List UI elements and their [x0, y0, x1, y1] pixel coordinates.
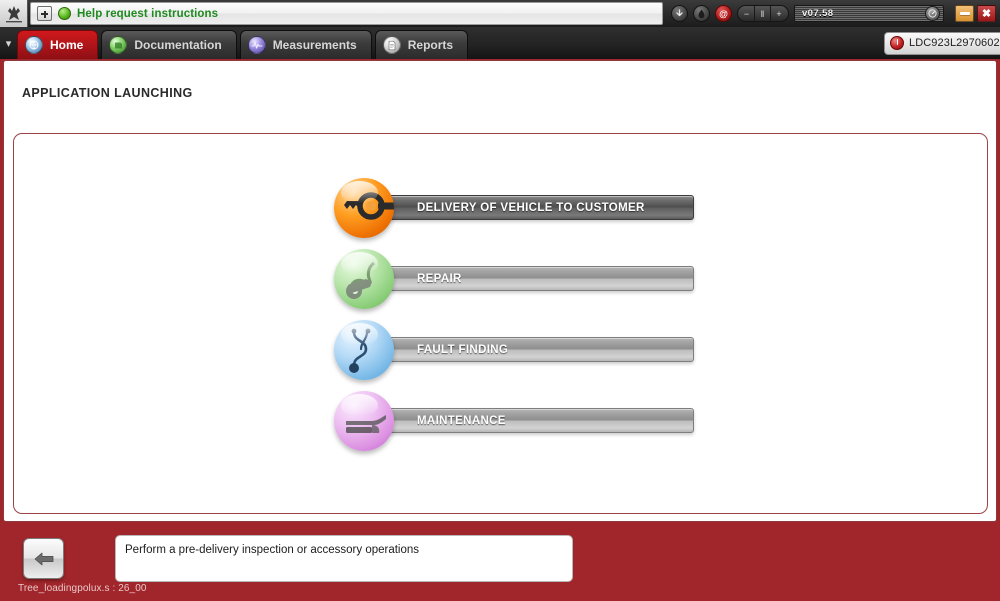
wrench-orb-icon [334, 248, 394, 309]
hint-text: Perform a pre-delivery inspection or acc… [125, 544, 420, 556]
home-globe-icon [25, 36, 43, 54]
page-title: APPLICATION LAUNCHING [22, 86, 193, 100]
download-icon[interactable] [671, 5, 688, 22]
launch-list: DELIVERY OF VEHICLE TO CUSTOMER REPAIR F… [334, 172, 694, 456]
application-window: Help request instructions @ − ‖ + v07.58… [0, 0, 1000, 601]
tab-bar: ▾ Home Documentation Measurements Report… [0, 27, 1000, 59]
content-area: APPLICATION LAUNCHING DELIVERY OF VEHICL… [3, 60, 997, 522]
titlebar-tools: @ − ‖ + v07.58 ✖ [663, 0, 1000, 27]
launch-row[interactable]: DELIVERY OF VEHICLE TO CUSTOMER [334, 172, 694, 243]
vin-label: LDC923L29706027878 [909, 37, 1000, 49]
launch-row[interactable]: MAINTENANCE [334, 385, 694, 456]
help-request-bar[interactable]: Help request instructions [30, 2, 663, 25]
window-controls: ✖ [955, 5, 996, 22]
zoom-segmented-control[interactable]: − ‖ + [737, 5, 789, 22]
measurements-wave-icon [247, 36, 266, 54]
reports-page-icon [382, 36, 401, 54]
title-bar: Help request instructions @ − ‖ + v07.58… [0, 0, 1000, 27]
tab-home[interactable]: Home [17, 30, 99, 59]
documentation-book-icon [109, 36, 128, 54]
pause-icon[interactable]: ‖ [755, 6, 771, 21]
tab-documentation[interactable]: Documentation [101, 30, 237, 59]
tab-measurements-label: Measurements [272, 38, 357, 52]
launch-button-repair[interactable]: REPAIR [370, 266, 694, 291]
key-orb-icon [334, 177, 394, 238]
launch-button-repair-label: REPAIR [417, 272, 462, 285]
tab-measurements[interactable]: Measurements [239, 30, 372, 59]
launch-button-fault-finding-label: FAULT FINDING [417, 343, 509, 356]
hint-textbox[interactable]: Perform a pre-delivery inspection or acc… [115, 535, 573, 582]
plus-icon[interactable] [37, 6, 52, 21]
help-request-label: Help request instructions [77, 7, 219, 20]
status-label: Tree_loadingpolux.s : 26_00 [18, 583, 147, 594]
back-arrow-icon[interactable] [23, 538, 64, 579]
oil-can-orb-icon [334, 390, 394, 451]
stethoscope-orb-icon [334, 319, 394, 380]
chevron-down-icon[interactable]: ▾ [0, 27, 17, 59]
zoom-out-icon[interactable]: − [739, 6, 755, 21]
launch-row[interactable]: REPAIR [334, 243, 694, 314]
tab-reports-label: Reports [407, 38, 454, 52]
launch-button-delivery[interactable]: DELIVERY OF VEHICLE TO CUSTOMER [370, 195, 694, 220]
close-button[interactable]: ✖ [977, 5, 996, 22]
launch-button-maintenance[interactable]: MAINTENANCE [370, 408, 694, 433]
launch-panel: DELIVERY OF VEHICLE TO CUSTOMER REPAIR F… [13, 133, 988, 514]
vehicle-vin-chip[interactable]: LDC923L29706027878 [884, 31, 1000, 55]
tab-documentation-label: Documentation [134, 38, 222, 52]
email-alert-icon[interactable]: @ [715, 5, 732, 22]
gauge-icon[interactable] [925, 6, 940, 21]
tab-home-label: Home [50, 38, 84, 52]
power-icon[interactable] [890, 36, 904, 50]
launch-row[interactable]: FAULT FINDING [334, 314, 694, 385]
green-status-icon [58, 7, 71, 20]
launch-button-maintenance-label: MAINTENANCE [417, 414, 506, 427]
footer-bar: Perform a pre-delivery inspection or acc… [0, 523, 1000, 601]
zoom-in-icon[interactable]: + [771, 6, 787, 21]
launch-button-delivery-label: DELIVERY OF VEHICLE TO CUSTOMER [417, 201, 645, 214]
flame-icon[interactable] [693, 5, 710, 22]
version-strip: v07.58 [794, 5, 944, 22]
version-label: v07.58 [802, 8, 834, 19]
tab-reports[interactable]: Reports [374, 30, 469, 59]
peugeot-lion-logo-icon [0, 0, 28, 27]
launch-button-fault-finding[interactable]: FAULT FINDING [370, 337, 694, 362]
minimize-button[interactable] [955, 5, 974, 22]
